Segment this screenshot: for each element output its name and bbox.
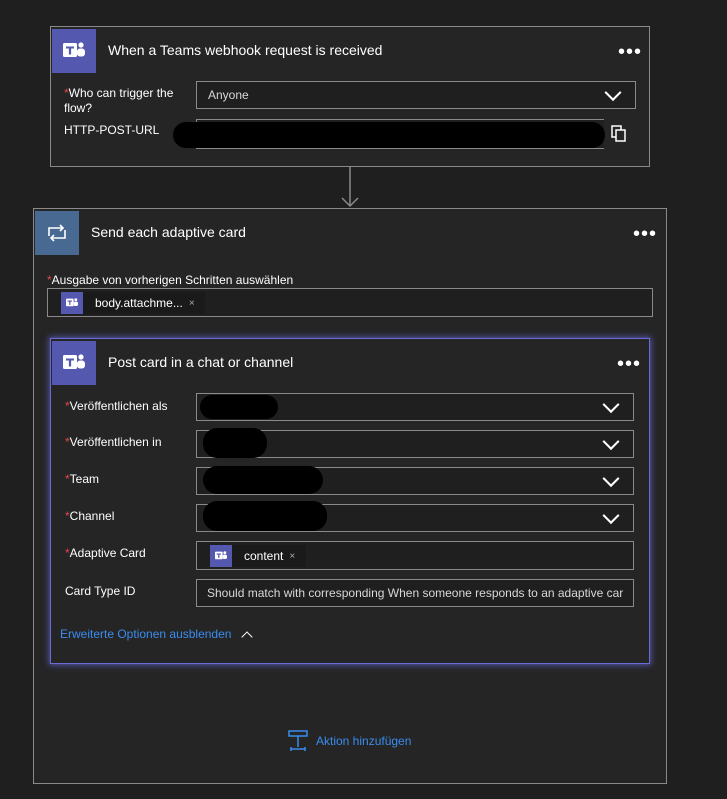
teams-icon bbox=[52, 28, 96, 73]
trigger-title: When a Teams webhook request is received bbox=[108, 42, 383, 58]
post-card-more-icon[interactable]: ••• bbox=[617, 354, 641, 374]
chevron-down-icon bbox=[602, 433, 620, 451]
add-action-button[interactable]: Aktion hinzufügen bbox=[288, 730, 411, 752]
who-can-trigger-value: Anyone bbox=[208, 88, 249, 102]
team-dropdown[interactable] bbox=[196, 466, 634, 495]
token-label: content bbox=[244, 549, 284, 563]
teams-icon bbox=[210, 545, 232, 567]
teams-icon bbox=[52, 340, 96, 385]
redacted-value bbox=[203, 428, 267, 458]
http-post-url-label: HTTP-POST-URL bbox=[64, 123, 160, 137]
copy-icon[interactable] bbox=[611, 125, 627, 143]
adaptive-card-label: *Adaptive Card bbox=[65, 546, 146, 560]
flow-connector-arrow bbox=[340, 167, 360, 209]
redacted-value bbox=[203, 501, 327, 531]
trigger-more-icon[interactable]: ••• bbox=[618, 42, 642, 62]
post-as-label: *Veröffentlichen als bbox=[65, 399, 168, 413]
token-label: body.attachme... bbox=[95, 296, 183, 310]
adaptive-card-field[interactable]: content × bbox=[196, 541, 634, 570]
add-action-icon bbox=[288, 730, 308, 752]
advanced-options-toggle[interactable]: Erweiterte Optionen ausblenden bbox=[60, 627, 254, 643]
http-post-url-field[interactable] bbox=[173, 119, 605, 149]
team-label: *Team bbox=[65, 472, 100, 486]
loop-header[interactable]: Send each adaptive card bbox=[34, 209, 666, 255]
chevron-down-icon bbox=[604, 84, 622, 102]
who-can-trigger-dropdown[interactable]: Anyone bbox=[196, 81, 636, 109]
post-card-action: Post card in a chat or channel ••• *Verö… bbox=[50, 338, 650, 664]
add-action-label: Aktion hinzufügen bbox=[316, 734, 412, 748]
chevron-down-icon bbox=[602, 470, 620, 488]
redacted-value bbox=[203, 466, 323, 494]
select-output-field[interactable]: body.attachme... × bbox=[47, 288, 653, 317]
channel-label: *Channel bbox=[65, 509, 115, 523]
remove-token-icon[interactable]: × bbox=[189, 298, 195, 309]
card-type-id-input[interactable]: Should match with corresponding When som… bbox=[196, 579, 634, 607]
redacted-url bbox=[173, 122, 605, 148]
trigger-header[interactable]: When a Teams webhook request is received bbox=[51, 27, 649, 73]
chevron-down-icon bbox=[602, 396, 620, 414]
who-can-trigger-label: *Who can trigger the flow? bbox=[64, 86, 174, 115]
card-type-id-label: Card Type ID bbox=[65, 584, 136, 598]
chevron-up-icon bbox=[241, 630, 254, 643]
dynamic-content-token[interactable]: body.attachme... × bbox=[61, 292, 205, 314]
loop-title: Send each adaptive card bbox=[91, 224, 246, 240]
loop-more-icon[interactable]: ••• bbox=[633, 224, 657, 244]
chevron-down-icon bbox=[602, 507, 620, 525]
advanced-options-label: Erweiterte Optionen ausblenden bbox=[60, 627, 232, 641]
post-card-title: Post card in a chat or channel bbox=[108, 354, 294, 370]
dynamic-content-token[interactable]: content × bbox=[210, 545, 306, 567]
loop-icon bbox=[35, 210, 79, 255]
remove-token-icon[interactable]: × bbox=[289, 551, 295, 562]
channel-dropdown[interactable] bbox=[196, 501, 634, 532]
card-type-id-value: Should match with corresponding When som… bbox=[207, 586, 624, 600]
post-in-label: *Veröffentlichen in bbox=[65, 435, 162, 449]
post-in-dropdown[interactable] bbox=[196, 428, 634, 458]
post-card-header[interactable]: Post card in a chat or channel bbox=[51, 339, 649, 385]
apply-to-each-card: Send each adaptive card ••• *Ausgabe von… bbox=[33, 208, 667, 784]
teams-icon bbox=[61, 292, 83, 314]
trigger-card: When a Teams webhook request is received… bbox=[50, 26, 650, 167]
select-output-label: *Ausgabe von vorherigen Schritten auswäh… bbox=[47, 273, 294, 287]
post-as-dropdown[interactable] bbox=[196, 393, 634, 421]
redacted-value bbox=[200, 395, 278, 419]
